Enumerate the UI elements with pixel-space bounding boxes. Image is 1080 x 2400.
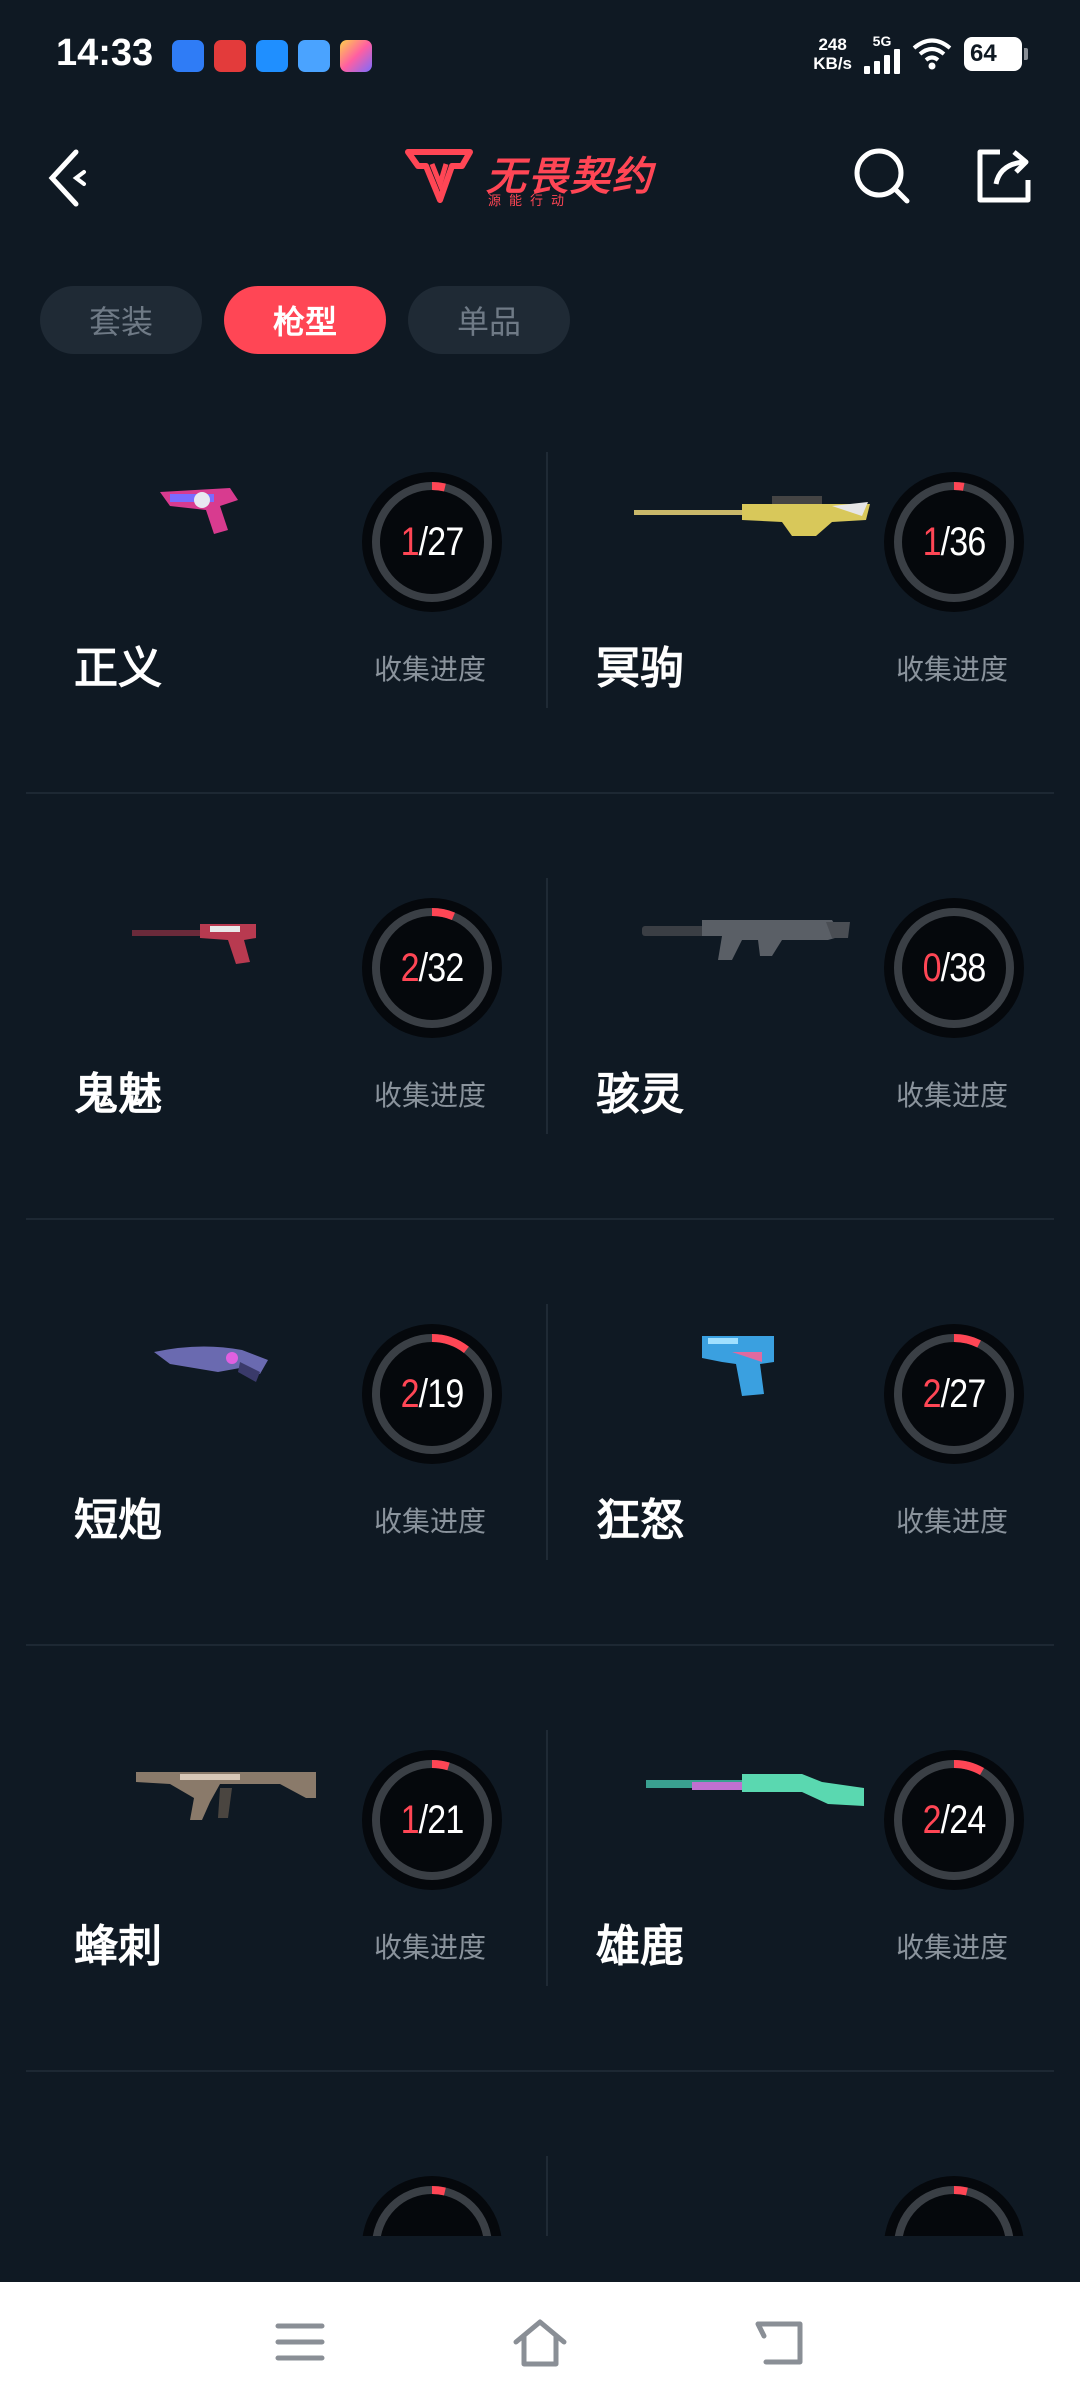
tab-single-items[interactable]: 单品 [408,286,570,354]
progress-label: 收集进度 [374,1079,487,1112]
collection-progress-ring: 1/21 [362,1750,502,1890]
star-app-icon [340,40,372,72]
progress-count: 0/38 [922,945,987,990]
weapon-grid: 正义 1/27 收集进度 冥驹 1/36 收集进度 鬼魅 2/32 收集进度 骇… [26,368,1054,2236]
progress-count: 1/21 [400,1797,465,1842]
collection-progress-ring: 2/19 [362,1324,502,1464]
weapon-card[interactable]: 狂怒 2/27 收集进度 [548,1220,1054,1646]
progress-label: 收集进度 [896,1079,1009,1112]
progress-label: 收集进度 [374,1931,487,1964]
weapon-image [634,496,870,536]
share-button[interactable] [974,146,1034,206]
progress-label: 收集进度 [896,653,1009,686]
blue-app-icon [256,40,288,72]
network-speed: 248 KB/s [813,35,852,73]
collection-progress-ring: 2/32 [362,898,502,1038]
weapon-image [642,920,850,960]
du-icon [172,40,204,72]
grid-row: 鬼魅 2/32 收集进度 骇灵 0/38 收集进度 [26,794,1054,1220]
share-icon [977,149,1031,203]
weapon-image [154,1346,268,1382]
collection-progress-ring [362,2176,502,2236]
battery-icon: 64 [964,37,1028,71]
grid-row: 蜂刺 1/21 收集进度 雄鹿 2/24 收集进度 [26,1646,1054,2072]
back-icon [755,2321,803,2365]
weapon-name: 狂怒 [596,1495,684,1546]
collection-progress-ring: 2/27 [884,1324,1024,1464]
cell-signal-icon: 5G [864,34,900,74]
weapon-image [132,924,256,964]
wifi-icon [912,38,952,70]
status-time: 14:33 [56,32,154,74]
grid-row: 短炮 2/19 收集进度 狂怒 2/27 收集进度 [26,1220,1054,1646]
progress-label: 收集进度 [896,1931,1009,1964]
tab-weapon-types[interactable]: 枪型 [224,286,386,354]
weapon-card[interactable]: 冥驹 1/36 收集进度 [548,368,1054,794]
weapon-card[interactable]: 短炮 2/19 收集进度 [26,1220,540,1646]
home-icon [513,2319,567,2367]
progress-count: 2/19 [400,1371,465,1416]
progress-count: 2/27 [922,1371,987,1416]
collection-progress-ring: 0/38 [884,898,1024,1038]
weapon-image [702,1336,774,1396]
search-button[interactable] [852,146,912,206]
progress-count: 1/27 [400,519,465,564]
progress-label: 收集进度 [896,1505,1009,1538]
game-logo: 无畏契约 源能行动 [404,144,694,210]
weapon-name: 蜂刺 [74,1921,162,1972]
chevron-left-icon [48,149,86,207]
weapon-card[interactable]: 蜂刺 1/21 收集进度 [26,1646,540,2072]
collection-progress-ring: 2/24 [884,1750,1024,1890]
cyan-app-icon [298,40,330,72]
weapon-name: 鬼魅 [74,1069,162,1120]
weapon-image [110,2154,360,2236]
weapon-card[interactable]: 鬼魅 2/32 收集进度 [26,794,540,1220]
menu-button[interactable] [270,2314,330,2370]
weapon-card[interactable]: 骇灵 0/38 收集进度 [548,794,1054,1220]
weapon-card[interactable]: 正义 1/27 收集进度 [26,368,540,794]
weapon-name: 冥驹 [596,643,684,694]
back-nav-button[interactable] [750,2314,810,2370]
collection-progress-ring: 1/36 [884,472,1024,612]
grid-row [26,2072,1054,2236]
progress-count: 1/36 [922,519,987,564]
weapon-name: 骇灵 [596,1069,684,1120]
progress-count: 2/24 [922,1797,987,1842]
weapon-name: 雄鹿 [596,1921,684,1972]
grid-row: 正义 1/27 收集进度 冥驹 1/36 收集进度 [26,368,1054,794]
progress-label: 收集进度 [374,653,487,686]
weapon-card[interactable]: 雄鹿 2/24 收集进度 [548,1646,1054,2072]
system-navigation-bar [0,2282,1080,2400]
category-tabs: 套装 枪型 单品 [40,286,570,354]
weapon-name: 正义 [74,643,162,694]
search-icon [854,148,910,204]
collection-progress-ring: 1/27 [362,472,502,612]
weapon-image [160,488,238,534]
logo-subtitle: 源能行动 [488,194,573,209]
weapon-card[interactable] [26,2072,540,2236]
status-bar: 14:33 248 KB/s 5G 64 [0,0,1080,110]
menu-icon [275,2323,325,2361]
notification-icons [172,40,372,72]
tab-bundles[interactable]: 套装 [40,286,202,354]
valorant-logo-icon [405,149,473,203]
weapon-image [136,1772,316,1820]
progress-label: 收集进度 [374,1505,487,1538]
collection-progress-ring [884,2176,1024,2236]
weapon-name: 短炮 [74,1495,162,1546]
red-app-icon [214,40,246,72]
weapon-card[interactable] [548,2072,1054,2236]
status-right: 248 KB/s 5G 64 [813,34,1028,74]
back-button[interactable] [44,146,88,210]
weapon-image [632,2154,882,2236]
home-button[interactable] [510,2314,570,2370]
weapon-image [646,1774,864,1806]
progress-count: 2/32 [400,945,465,990]
